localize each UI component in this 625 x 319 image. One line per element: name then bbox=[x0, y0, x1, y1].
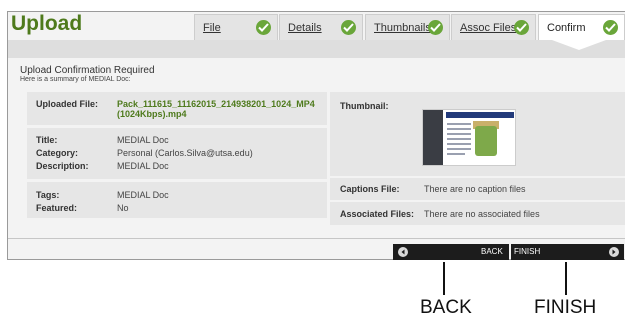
tab-details-label: Details bbox=[288, 22, 322, 34]
check-icon bbox=[256, 20, 271, 35]
finish-callout: FINISH bbox=[534, 297, 597, 318]
category-label: Category: bbox=[36, 148, 79, 158]
page-title: Upload bbox=[11, 12, 83, 35]
finish-callout-line bbox=[565, 262, 567, 295]
confirmation-subheading: Here is a summary of MEDIAL Doc: bbox=[20, 76, 131, 83]
finish-button-label: FINISH bbox=[514, 247, 541, 256]
captions-box: Captions File: There are no caption file… bbox=[330, 178, 625, 200]
description-label: Description: bbox=[36, 161, 89, 171]
active-tab-pointer bbox=[552, 40, 606, 50]
tab-thumbnails[interactable]: Thumbnails bbox=[365, 14, 450, 40]
tab-assoc-files[interactable]: Assoc Files bbox=[451, 14, 536, 40]
confirmation-heading: Upload Confirmation Required bbox=[20, 65, 155, 76]
captions-value: There are no caption files bbox=[424, 184, 526, 194]
tags-box: Tags: MEDIAL Doc Featured: No bbox=[27, 182, 327, 218]
uploaded-file-name-line2: (1024Kbps).mp4 bbox=[117, 109, 187, 119]
tags-label: Tags: bbox=[36, 190, 60, 200]
featured-value: No bbox=[117, 203, 129, 213]
uploaded-file-box: Uploaded File: Pack_111615_11162015_2149… bbox=[27, 92, 327, 125]
tab-thumbnails-label: Thumbnails bbox=[374, 22, 431, 34]
divider bbox=[8, 238, 625, 239]
back-button[interactable]: BACK bbox=[393, 244, 509, 260]
associated-files-box: Associated Files: There are no associate… bbox=[330, 202, 625, 225]
back-callout-line bbox=[443, 262, 445, 295]
check-icon bbox=[514, 20, 529, 35]
tab-confirm[interactable]: Confirm bbox=[538, 14, 625, 42]
tab-content-bar bbox=[8, 40, 625, 58]
title-label: Title: bbox=[36, 135, 58, 145]
tab-confirm-label: Confirm bbox=[547, 22, 586, 34]
back-callout: BACK bbox=[420, 297, 472, 318]
details-box: Title: MEDIAL Doc Category: Personal (Ca… bbox=[27, 128, 327, 179]
uploaded-file-label: Uploaded File: bbox=[36, 99, 99, 109]
associated-files-value: There are no associated files bbox=[424, 209, 540, 219]
upload-panel: Upload File Details Thumbnails Assoc Fil… bbox=[7, 11, 625, 260]
arrow-left-icon bbox=[398, 247, 408, 257]
category-value: Personal (Carlos.Silva@utsa.edu) bbox=[117, 148, 253, 158]
check-icon bbox=[603, 20, 618, 35]
tab-assoc-files-label: Assoc Files bbox=[460, 22, 517, 34]
thumbnail-label: Thumbnail: bbox=[340, 101, 389, 111]
thumbnail-image bbox=[422, 109, 516, 166]
tab-file[interactable]: File bbox=[194, 14, 278, 40]
tab-file-label: File bbox=[203, 22, 221, 34]
title-value: MEDIAL Doc bbox=[117, 135, 169, 145]
check-icon bbox=[428, 20, 443, 35]
captions-label: Captions File: bbox=[340, 184, 400, 194]
check-icon bbox=[341, 20, 356, 35]
back-button-label: BACK bbox=[481, 247, 503, 256]
uploaded-file-name-line1: Pack_111615_11162015_214938201_1024_MP4 bbox=[117, 99, 315, 109]
arrow-right-icon bbox=[609, 247, 619, 257]
featured-label: Featured: bbox=[36, 203, 78, 213]
description-value: MEDIAL Doc bbox=[117, 161, 169, 171]
associated-files-label: Associated Files: bbox=[340, 209, 415, 219]
tags-value: MEDIAL Doc bbox=[117, 190, 169, 200]
tab-details[interactable]: Details bbox=[279, 14, 363, 40]
finish-button[interactable]: FINISH bbox=[511, 244, 624, 260]
